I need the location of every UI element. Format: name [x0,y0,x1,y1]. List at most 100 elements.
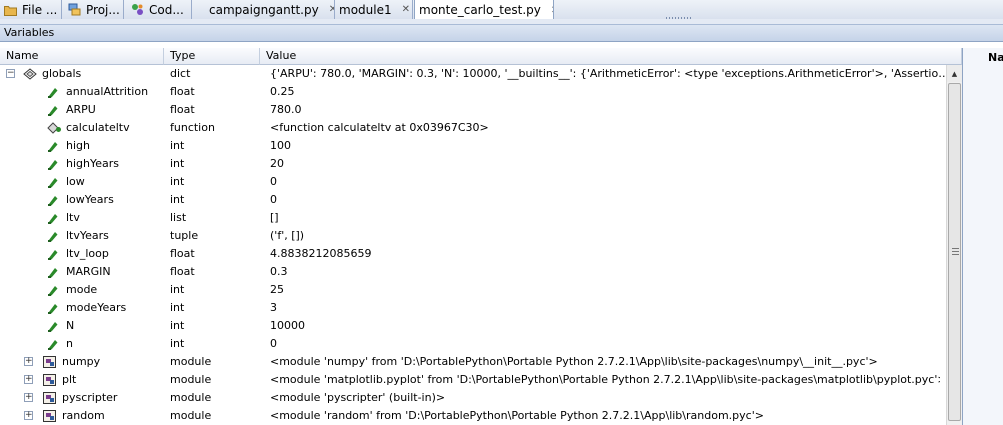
variable-row[interactable]: ltvYears tuple ('f', []) [0,227,946,245]
close-icon[interactable]: ✕ [402,4,410,15]
folder-icon [4,3,17,16]
side-panel: Na [962,48,1003,425]
variable-row[interactable]: + random module <module 'random' from 'D:\P… [0,407,946,425]
tab-strip: File ... Proj... Cod... campaigngantt.py… [0,0,1003,20]
variable-row[interactable]: annualAttrition float 0.25 [0,83,946,101]
variable-icon [46,157,60,171]
variables-tree: − globals dict {'ARPU': 780.0, 'MARGIN': 0.… [0,65,956,425]
name-cell: calculateltv [0,119,162,137]
variable-name: random [62,409,105,422]
variable-row[interactable]: lowYears int 0 [0,191,946,209]
name-cell: MARGIN [0,263,162,281]
variable-row[interactable]: ltv_loop float 4.8838212085659 [0,245,946,263]
name-cell: ltv_loop [0,245,162,263]
collapse-icon[interactable]: − [6,69,15,78]
tab-project-explorer[interactable]: Proj... [64,0,124,19]
variable-row[interactable]: high int 100 [0,137,946,155]
name-cell: modeYears [0,299,162,317]
tab-file-explorer[interactable]: File ... [0,0,62,19]
value-cell: 0 [270,175,277,188]
tab-campaigngantt[interactable]: campaigngantt.py ✕ [205,0,335,19]
value-cell: <module 'random' from 'D:\PortablePython… [270,409,764,422]
value-cell: <function calculateltv at 0x03967C30> [270,121,489,134]
type-cell: int [170,139,185,152]
column-header-value[interactable]: Value [260,48,962,65]
variable-row[interactable]: + numpy module <module 'numpy' from 'D:\Por… [0,353,946,371]
value-cell: 3 [270,301,277,314]
variable-name: pyscripter [62,391,118,404]
variable-row[interactable]: Nint 10000 [0,317,946,335]
vertical-scrollbar[interactable]: ▲ [946,65,962,425]
variable-icon [46,301,60,315]
variable-name: modeYears [66,301,127,314]
variable-row[interactable]: calculateltv function <function calculatel… [0,119,946,137]
variable-icon [46,265,60,279]
scroll-up-button[interactable]: ▲ [947,65,962,82]
type-cell: int [170,283,185,296]
value-cell: <module 'pyscripter' (built-in)> [270,391,446,404]
type-cell: module [170,391,212,404]
name-cell: + numpy [0,353,162,371]
dict-icon [22,67,37,81]
variable-icon [46,319,60,333]
variable-name: N [66,319,75,332]
name-cell: ltv [0,209,162,227]
tab-label: Proj... [86,2,120,17]
column-header-type[interactable]: Type [164,48,260,65]
variable-name: globals [42,67,82,80]
variable-row[interactable]: highYears int 20 [0,155,946,173]
name-cell: n [0,335,162,353]
variable-icon [46,283,60,297]
module-icon [42,355,56,369]
type-cell: float [170,265,195,278]
value-cell: 25 [270,283,284,296]
variable-icon [46,139,60,153]
name-cell: N [0,317,162,335]
variable-row[interactable]: + plt module <module 'matplotlib.pyplot' fr… [0,371,946,389]
name-cell: low [0,173,162,191]
type-cell: dict [170,67,191,80]
project-icon [68,3,81,16]
expand-icon[interactable]: + [24,411,33,420]
column-header-name[interactable]: Name [0,48,164,65]
variable-row[interactable]: modeYears int 3 [0,299,946,317]
close-icon[interactable]: ✕ [551,5,553,16]
variable-row[interactable]: ARPU float 780.0 [0,101,946,119]
variable-row[interactable]: mode int 25 [0,281,946,299]
value-cell: 0.25 [270,85,295,98]
variable-row[interactable]: ltv list [] [0,209,946,227]
expand-icon[interactable]: + [24,357,33,366]
name-cell: lowYears [0,191,162,209]
value-cell: <module 'matplotlib.pyplot' from 'D:\Por… [270,373,940,386]
variable-row[interactable]: + pyscripter module <module 'pyscripter' (b… [0,389,946,407]
tab-code-explorer[interactable]: Cod... [127,0,192,19]
variable-name: plt [62,373,77,386]
name-cell: + plt [0,371,162,389]
value-cell: {'ARPU': 780.0, 'MARGIN': 0.3, 'N': 1000… [270,67,956,80]
name-cell: + random [0,407,162,425]
type-cell: int [170,337,185,350]
value-cell: ('f', []) [270,229,305,242]
variable-name: n [66,337,73,350]
type-cell: float [170,85,195,98]
tab-monte-carlo-test[interactable]: monte_carlo_test.py ✕ [414,0,554,20]
tab-label: File ... [22,2,58,17]
variable-name: mode [66,283,98,296]
variable-row[interactable]: low int 0 [0,173,946,191]
variable-icon [46,211,60,225]
expand-icon[interactable]: + [24,393,33,402]
tab-label: Cod... [149,2,184,17]
scroll-grip-icon [952,248,959,255]
type-cell: module [170,409,212,422]
value-cell: 20 [270,157,284,170]
variable-row[interactable]: − globals dict {'ARPU': 780.0, 'MARGIN': 0.… [0,65,956,83]
type-cell: module [170,373,212,386]
value-cell: 4.8838212085659 [270,247,372,260]
variable-row[interactable]: MARGIN float 0.3 [0,263,946,281]
variable-row[interactable]: n int 0 [0,335,946,353]
name-cell: high [0,137,162,155]
tab-label: module1 [339,2,392,17]
expand-icon[interactable]: + [24,375,33,384]
scroll-thumb[interactable] [948,83,961,421]
tab-module1[interactable]: module1 ✕ [335,0,413,19]
